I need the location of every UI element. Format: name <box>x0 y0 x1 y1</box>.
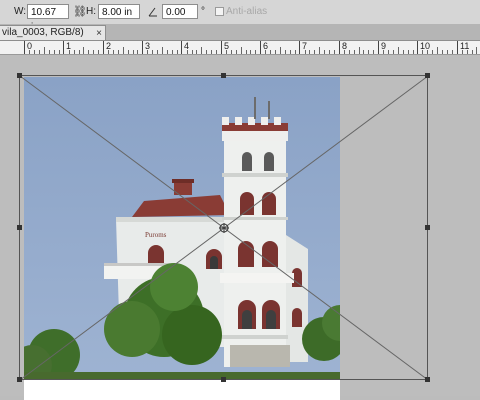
ruler-label: 11 <box>460 41 470 51</box>
options-bar: W: 10.67 in ⛓ H: 8.00 in 0.00 ° Anti-ali… <box>0 0 480 33</box>
close-icon[interactable]: × <box>94 28 104 39</box>
ruler-label: 2 <box>106 41 112 51</box>
ruler-ticks <box>24 41 477 54</box>
link-chain-icon[interactable]: ⛓ <box>73 0 87 24</box>
canvas-area[interactable]: Puroms <box>0 55 480 400</box>
document-tab-title: vila_0003, RGB/8) <box>2 27 84 38</box>
degree-symbol: ° <box>201 6 205 17</box>
antialias-label: Anti-alias <box>226 6 268 17</box>
document-tab-strip: vila_0003, RGB/8) × <box>0 24 480 41</box>
ruler-label: 8 <box>342 41 348 51</box>
ruler-label: 9 <box>381 41 387 51</box>
ruler-label: 10 <box>420 41 431 51</box>
ruler-label: 4 <box>184 41 190 51</box>
rotate-angle-icon <box>148 0 158 24</box>
ruler-label: 6 <box>263 41 269 51</box>
height-field[interactable]: 8.00 in <box>98 4 140 19</box>
rotate-field[interactable]: 0.00 <box>162 4 198 19</box>
ruler-label: 3 <box>145 41 151 51</box>
antialias-checkbox[interactable] <box>215 7 224 16</box>
document-tab[interactable]: vila_0003, RGB/8) × <box>0 25 106 40</box>
ruler-label: 5 <box>224 41 230 51</box>
width-label: W: <box>14 6 27 17</box>
ruler-label: 7 <box>302 41 308 51</box>
width-field[interactable]: 10.67 in <box>27 4 69 33</box>
ruler-label: 0 <box>27 41 33 51</box>
ruler-label: 1 <box>66 41 72 51</box>
transform-bounding-box[interactable] <box>0 55 480 396</box>
horizontal-ruler[interactable]: 0 1 2 3 4 5 6 7 8 9 10 11 <box>0 41 480 55</box>
height-label: H: <box>86 6 96 17</box>
